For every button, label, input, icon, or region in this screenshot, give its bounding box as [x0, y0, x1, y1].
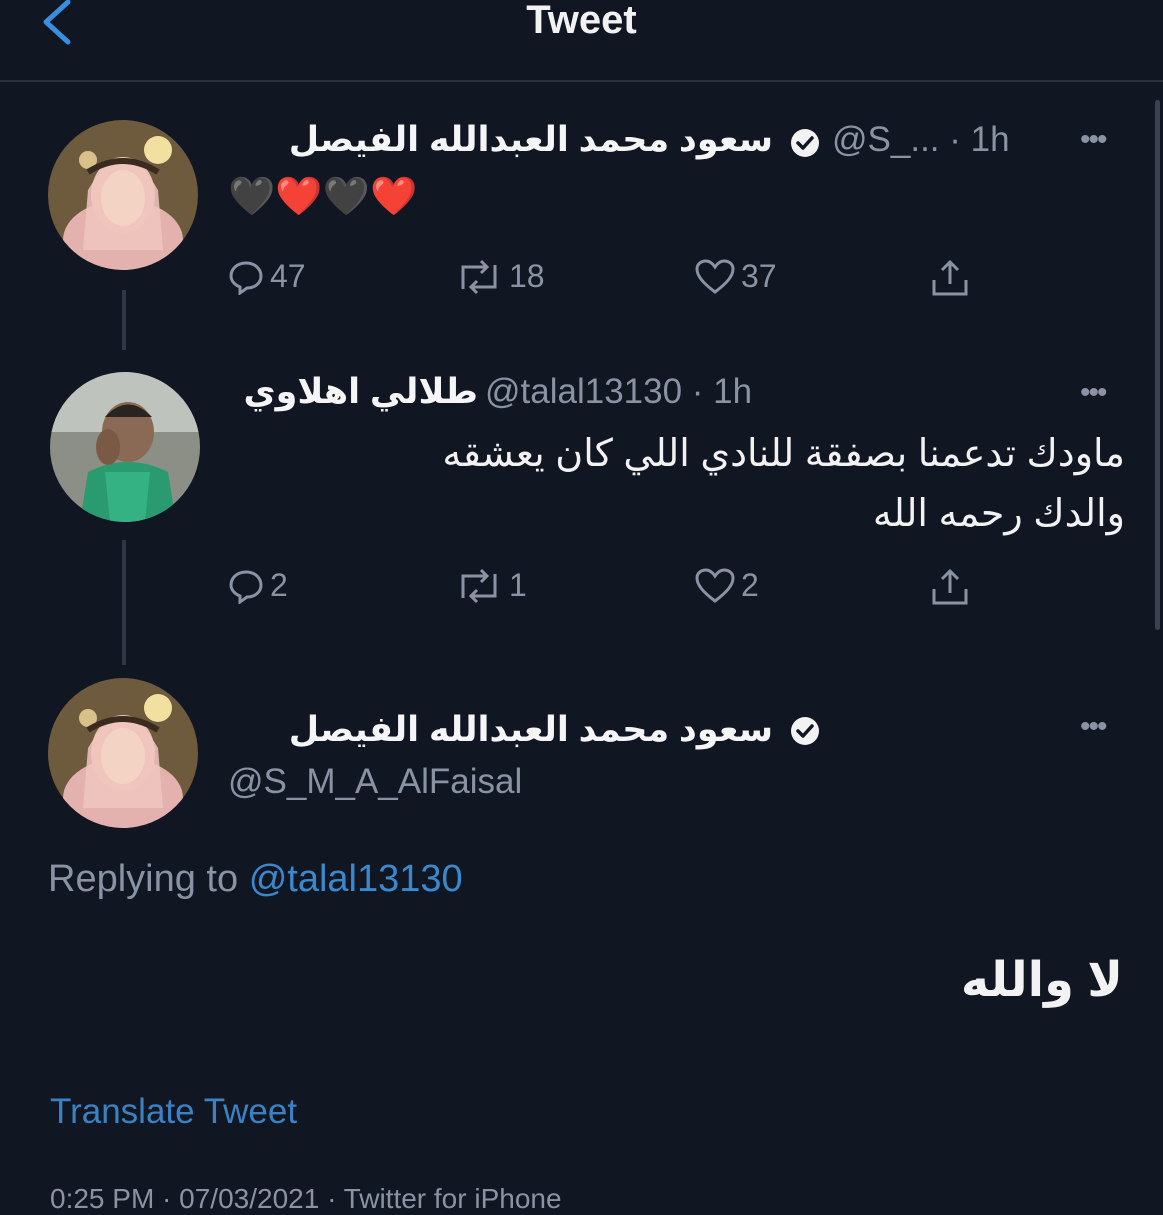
thread-line [122, 540, 126, 665]
page-title: Tweet [526, 0, 637, 42]
translate-tweet-link[interactable]: Translate Tweet [50, 1092, 297, 1132]
main-author-name[interactable]: سعود محمد العبدالله الفيصل [289, 710, 773, 750]
retweet-count: 18 [509, 258, 545, 294]
share-icon [932, 259, 968, 296]
tweet-timestamp-source: 0:25 PM · 07/03/2021 · Twitter for iPhon… [50, 1183, 562, 1214]
reply-icon [229, 260, 263, 295]
like-count: 2 [741, 567, 759, 603]
verified-badge-icon [791, 717, 819, 745]
tweet1-reply-button[interactable]: 47 [228, 258, 306, 295]
more-dots-icon[interactable]: ••• [1080, 125, 1107, 155]
tweet2-text-line2: والدك رحمه الله [872, 493, 1125, 535]
reply-icon [229, 569, 263, 604]
like-count: 37 [741, 258, 777, 294]
retweet-icon [461, 568, 497, 603]
tweet1-text: 🖤❤️🖤❤️ [228, 176, 418, 218]
replying-handle-link[interactable]: @talal13130 [249, 858, 463, 900]
heart-icon [695, 258, 735, 294]
replying-prefix: Replying to [48, 858, 239, 900]
tweet1-share-button[interactable] [930, 258, 970, 298]
tweet1-handle-time: @S_... · 1h [832, 120, 1010, 159]
top-bar: Tweet [0, 0, 1163, 82]
tweet2-share-button[interactable] [930, 567, 970, 607]
scrollbar[interactable] [1155, 100, 1160, 630]
tweet2-text-line1: ماودك تدعمنا بصفقة للنادي اللي كان يعشقه [442, 433, 1125, 475]
share-icon [932, 568, 968, 605]
retweet-count: 1 [509, 567, 527, 603]
verified-badge-icon [791, 129, 819, 157]
tweet2-reply-button[interactable]: 2 [228, 567, 288, 604]
tweet2-retweet-button[interactable]: 1 [455, 567, 527, 604]
heart-icon [695, 567, 735, 603]
tweet1-author-name[interactable]: سعود محمد العبدالله الفيصل [289, 120, 773, 160]
tweet2-author-name[interactable]: طلالي اهلاوي [244, 372, 479, 412]
avatar-saud-2[interactable] [48, 678, 198, 828]
more-dots-icon[interactable]: ••• [1080, 378, 1107, 408]
main-author-handle[interactable]: @S_M_A_AlFaisal [228, 762, 522, 802]
replying-to: Replying to @talal13130 [48, 858, 463, 901]
tweet1-retweet-button[interactable]: 18 [455, 258, 545, 295]
main-tweet-text: لا والله [960, 954, 1123, 1007]
retweet-icon [461, 259, 497, 294]
tweet2-handle-time: @talal13130 · 1h [485, 372, 753, 411]
more-dots-icon[interactable]: ••• [1080, 712, 1107, 742]
reply-count: 47 [270, 258, 306, 294]
reply-count: 2 [270, 567, 288, 603]
thread-line [122, 290, 126, 350]
avatar-saud-1[interactable] [48, 120, 198, 270]
avatar-talal[interactable] [50, 372, 200, 522]
tweet1-like-button[interactable]: 37 [695, 258, 777, 295]
tweet2-like-button[interactable]: 2 [695, 567, 759, 604]
